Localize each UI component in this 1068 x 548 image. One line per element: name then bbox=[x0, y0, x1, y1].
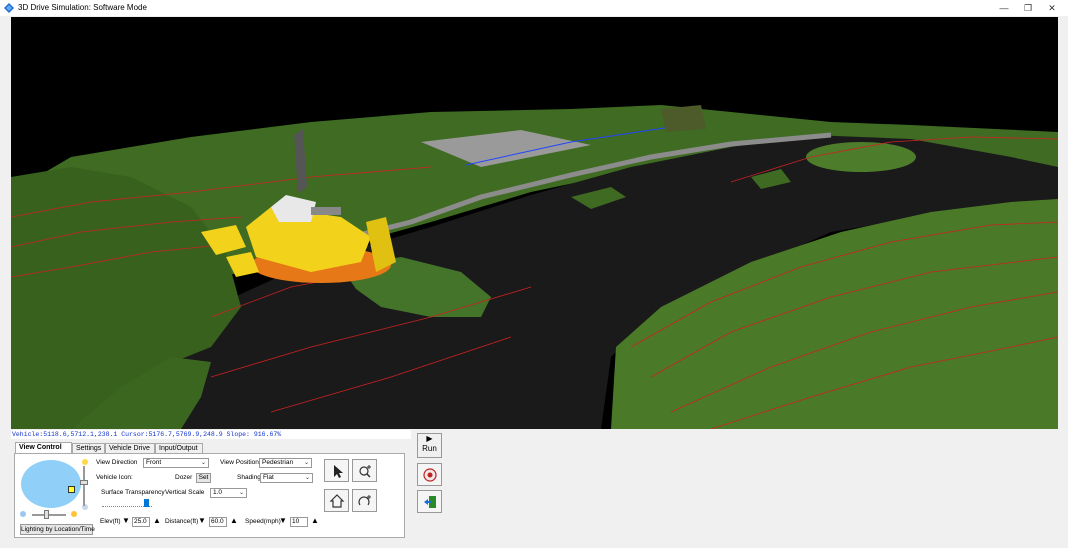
terrain-round-island bbox=[806, 142, 916, 172]
exit-door-icon bbox=[424, 496, 436, 508]
shading-label: Shading bbox=[237, 474, 261, 481]
view-direction-label: View Direction bbox=[96, 459, 138, 466]
zoom-plus-icon bbox=[359, 465, 371, 478]
time-slider-track[interactable] bbox=[32, 514, 66, 516]
vertical-scale-label: Vertical Scale bbox=[165, 489, 205, 496]
window-title: 3D Drive Simulation: Software Mode bbox=[18, 3, 147, 12]
distance-label: Distance(ft) bbox=[165, 518, 199, 525]
chevron-down-icon: ⌄ bbox=[303, 460, 309, 466]
speed-down-icon[interactable]: ▼ bbox=[279, 516, 287, 526]
exit-button[interactable] bbox=[417, 490, 442, 513]
set-button[interactable]: Set bbox=[196, 473, 211, 483]
view-position-value: Pedestrian bbox=[262, 459, 294, 466]
distance-up-icon[interactable]: ▲ bbox=[230, 516, 238, 526]
3d-viewport[interactable] bbox=[11, 17, 1058, 429]
surface-transparency-label: Surface Transparency bbox=[101, 489, 165, 496]
status-readout: Vehicle:5118.6,5712.1,238.1 Cursor:5176.… bbox=[11, 430, 411, 439]
lighting-button[interactable]: Lighting by Location/Time bbox=[20, 524, 95, 535]
distance-down-icon[interactable]: ▼ bbox=[198, 516, 206, 526]
zoom-in-button[interactable] bbox=[352, 459, 377, 482]
rotate-zoom-icon bbox=[358, 495, 371, 506]
brightness-slider-thumb[interactable] bbox=[80, 480, 88, 485]
title-bar: 3D Drive Simulation: Software Mode — ❐ ✕ bbox=[0, 0, 1068, 16]
select-tool-button[interactable] bbox=[324, 459, 349, 482]
elev-up-icon[interactable]: ▲ bbox=[153, 516, 161, 526]
time-slider-thumb[interactable] bbox=[44, 510, 49, 519]
home-view-icon bbox=[329, 494, 345, 508]
help-button[interactable] bbox=[417, 463, 442, 486]
chevron-down-icon: ⌄ bbox=[238, 490, 244, 496]
speed-up-icon[interactable]: ▲ bbox=[311, 516, 319, 526]
view-position-select[interactable]: Pedestrian ⌄ bbox=[259, 458, 312, 468]
home-view-button[interactable] bbox=[324, 489, 349, 512]
distance-input[interactable]: 60.0 bbox=[209, 517, 227, 527]
cursor-arrow-icon bbox=[334, 465, 343, 478]
play-icon: ▶ bbox=[426, 434, 433, 443]
elev-down-icon[interactable]: ▼ bbox=[122, 516, 130, 526]
structure-back bbox=[661, 105, 706, 132]
app-icon bbox=[4, 3, 14, 13]
speed-input[interactable]: 10 bbox=[290, 517, 308, 527]
sun-small-icon bbox=[71, 511, 77, 517]
transparency-slider-thumb[interactable] bbox=[144, 499, 149, 507]
help-icon bbox=[423, 468, 437, 482]
vertical-scale-select[interactable]: 1.0 ⌄ bbox=[210, 488, 247, 498]
minimize-button[interactable]: — bbox=[992, 1, 1016, 15]
restore-button[interactable]: ❐ bbox=[1016, 1, 1040, 15]
chevron-down-icon: ⌄ bbox=[304, 475, 310, 481]
shading-value: Flat bbox=[263, 474, 274, 481]
tab-settings[interactable]: Settings bbox=[72, 443, 105, 453]
bright-bulb-icon bbox=[82, 459, 88, 465]
view-direction-select[interactable]: Front ⌄ bbox=[143, 458, 209, 468]
vehicle-icon-value: Dozer bbox=[175, 474, 193, 481]
tab-vehicle-drive[interactable]: Vehicle Drive bbox=[105, 443, 155, 453]
tab-view-control[interactable]: View Control bbox=[15, 442, 72, 453]
brightness-slider-track[interactable] bbox=[83, 466, 85, 506]
vertical-scale-value: 1.0 bbox=[213, 489, 223, 496]
cloud-icon bbox=[20, 511, 26, 517]
view-direction-value: Front bbox=[146, 459, 162, 466]
elev-input[interactable]: 25.0 bbox=[132, 517, 150, 527]
close-button[interactable]: ✕ bbox=[1040, 1, 1064, 15]
vehicle-icon-label: Vehicle Icon: bbox=[96, 474, 133, 481]
tab-input-output[interactable]: Input/Output bbox=[155, 443, 203, 453]
sun-position-handle[interactable] bbox=[68, 486, 75, 493]
elev-label: Elev(ft) bbox=[100, 518, 121, 525]
speed-label: Speed(mph) bbox=[245, 518, 281, 525]
run-button[interactable]: ▶ Run bbox=[417, 433, 442, 458]
lighting-dome[interactable] bbox=[21, 460, 81, 508]
run-label: Run bbox=[422, 444, 437, 453]
view-position-label: View Position bbox=[220, 459, 259, 466]
rotate-zoom-button[interactable] bbox=[352, 489, 377, 512]
chevron-down-icon: ⌄ bbox=[200, 460, 206, 466]
shading-select[interactable]: Flat ⌄ bbox=[260, 473, 313, 483]
